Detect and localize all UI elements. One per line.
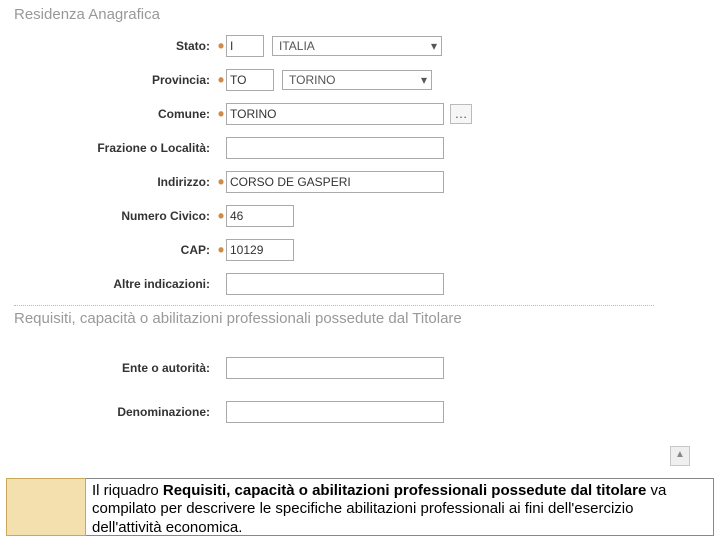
label-comune: Comune:: [10, 107, 216, 121]
frazione-input[interactable]: [226, 137, 444, 159]
label-cap: CAP:: [10, 243, 216, 257]
label-ente: Ente o autorità:: [10, 361, 216, 375]
section-title-requisiti: Requisiti, capacità o abilitazioni profe…: [14, 310, 690, 327]
instruction-text: Il riquadro Requisiti, capacità o abilit…: [86, 478, 714, 536]
required-dot: •: [216, 177, 226, 187]
label-denominazione: Denominazione:: [10, 405, 216, 419]
denominazione-input[interactable]: [226, 401, 444, 423]
numero-civico-input[interactable]: [226, 205, 294, 227]
label-indirizzo: Indirizzo:: [10, 175, 216, 189]
label-stato: Stato:: [10, 39, 216, 53]
label-provincia: Provincia:: [10, 73, 216, 87]
required-dot: •: [216, 75, 226, 85]
chevron-down-icon: ▾: [431, 39, 437, 53]
section-title-residenza: Residenza Anagrafica: [14, 6, 690, 23]
row-provincia: Provincia: • TORINO ▾: [10, 67, 690, 93]
chevron-up-icon: ▲: [675, 449, 685, 460]
row-numero-civico: Numero Civico: •: [10, 203, 690, 229]
row-comune: Comune: • …: [10, 101, 690, 127]
scroll-up-button[interactable]: ▲: [670, 446, 690, 466]
instruction-bold: Requisiti, capacità o abilitazioni profe…: [163, 482, 646, 499]
altre-input[interactable]: [226, 273, 444, 295]
required-dot: •: [216, 109, 226, 119]
provincia-select-value: TORINO: [289, 73, 335, 87]
provincia-select[interactable]: TORINO ▾: [282, 70, 432, 90]
row-ente: Ente o autorità:: [10, 355, 690, 381]
chevron-down-icon: ▾: [421, 73, 427, 87]
stato-code-input[interactable]: [226, 35, 264, 57]
row-denominazione: Denominazione:: [10, 399, 690, 425]
required-dot: •: [216, 41, 226, 51]
stato-select[interactable]: ITALIA ▾: [272, 36, 442, 56]
stato-select-value: ITALIA: [279, 39, 315, 53]
ellipsis-icon: …: [455, 106, 468, 121]
callout-color-tab: [6, 478, 86, 536]
label-numero-civico: Numero Civico:: [10, 209, 216, 223]
required-dot: •: [216, 245, 226, 255]
instruction-callout: Il riquadro Requisiti, capacità o abilit…: [6, 478, 714, 536]
label-altre: Altre indicazioni:: [10, 277, 216, 291]
row-frazione: Frazione o Località:: [10, 135, 690, 161]
row-indirizzo: Indirizzo: •: [10, 169, 690, 195]
comune-lookup-button[interactable]: …: [450, 104, 472, 124]
comune-input[interactable]: [226, 103, 444, 125]
required-dot: •: [216, 211, 226, 221]
cap-input[interactable]: [226, 239, 294, 261]
row-stato: Stato: • ITALIA ▾: [10, 33, 690, 59]
row-altre: Altre indicazioni:: [10, 271, 690, 297]
ente-input[interactable]: [226, 357, 444, 379]
label-frazione: Frazione o Località:: [10, 141, 216, 155]
instruction-prefix: Il riquadro: [92, 482, 163, 499]
provincia-code-input[interactable]: [226, 69, 274, 91]
form-residenza: Residenza Anagrafica Stato: • ITALIA ▾ P…: [0, 0, 720, 433]
row-cap: CAP: •: [10, 237, 690, 263]
section-separator: [14, 305, 654, 306]
indirizzo-input[interactable]: [226, 171, 444, 193]
